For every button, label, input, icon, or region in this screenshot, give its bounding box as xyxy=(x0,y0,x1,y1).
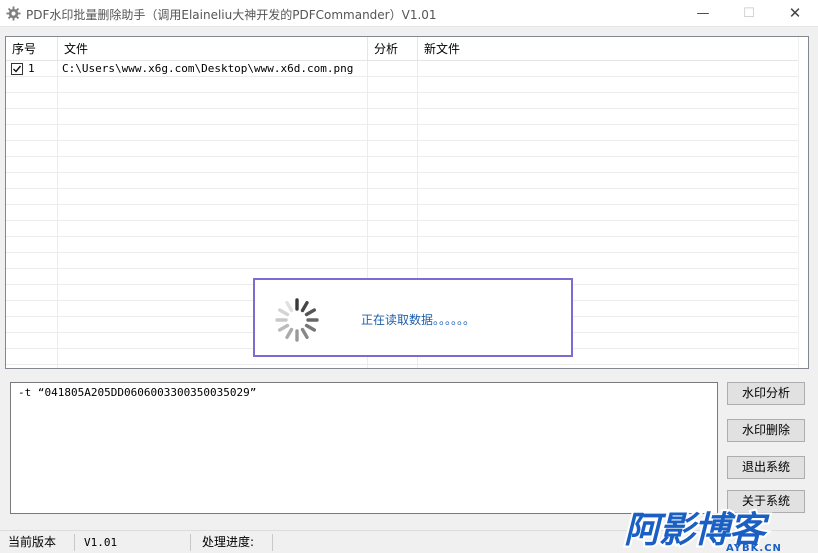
analyze-watermark-button[interactable]: 水印分析 xyxy=(727,382,805,405)
maximize-button[interactable]: ☐ xyxy=(726,0,772,27)
delete-watermark-button[interactable]: 水印删除 xyxy=(727,419,805,442)
list-header: 序号 文件 分析 新文件 xyxy=(6,37,798,61)
title-bar: PDF水印批量删除助手（调用Elaineliu大神开发的PDFCommander… xyxy=(0,0,818,27)
column-header-analysis[interactable]: 分析 xyxy=(368,37,418,61)
table-row[interactable]: 1 C:\Users\www.x6g.com\Desktop\www.x6d.c… xyxy=(6,61,798,77)
version-label: 当前版本 xyxy=(8,535,57,549)
loading-text: 正在读取数据。。。。。。 xyxy=(361,313,476,327)
command-text: -t “041805A205DD0606003300350035029” xyxy=(18,386,257,399)
status-divider xyxy=(272,534,273,551)
column-header-index[interactable]: 序号 xyxy=(6,37,58,61)
close-button[interactable]: ✕ xyxy=(772,0,818,27)
exit-button[interactable]: 退出系统 xyxy=(727,456,805,479)
column-divider xyxy=(57,37,58,368)
column-header-new-file[interactable]: 新文件 xyxy=(418,37,798,61)
status-divider xyxy=(74,534,75,551)
minimize-button[interactable]: — xyxy=(680,0,726,27)
list-scroll-area xyxy=(798,37,808,368)
version-value: V1.01 xyxy=(84,536,118,549)
spinner-icon xyxy=(275,298,319,342)
svg-text:AYBK.CN: AYBK.CN xyxy=(726,543,782,553)
status-divider xyxy=(190,534,191,551)
check-icon xyxy=(13,65,22,73)
progress-label: 处理进度: xyxy=(202,535,255,549)
command-textarea[interactable]: -t “041805A205DD0606003300350035029” xyxy=(10,382,718,514)
site-watermark-logo: 阿影博客 阿影博客 AYBK.CN xyxy=(622,508,782,553)
column-header-file[interactable]: 文件 xyxy=(58,37,368,61)
loading-dialog: 正在读取数据。。。。。。 xyxy=(253,278,573,357)
row-index: 1 xyxy=(28,62,35,75)
window-title: PDF水印批量删除助手（调用Elaineliu大神开发的PDFCommander… xyxy=(26,8,437,22)
row-checkbox[interactable] xyxy=(11,63,23,75)
gear-icon xyxy=(6,6,21,21)
row-file-path: C:\Users\www.x6g.com\Desktop\www.x6d.com… xyxy=(62,62,354,75)
